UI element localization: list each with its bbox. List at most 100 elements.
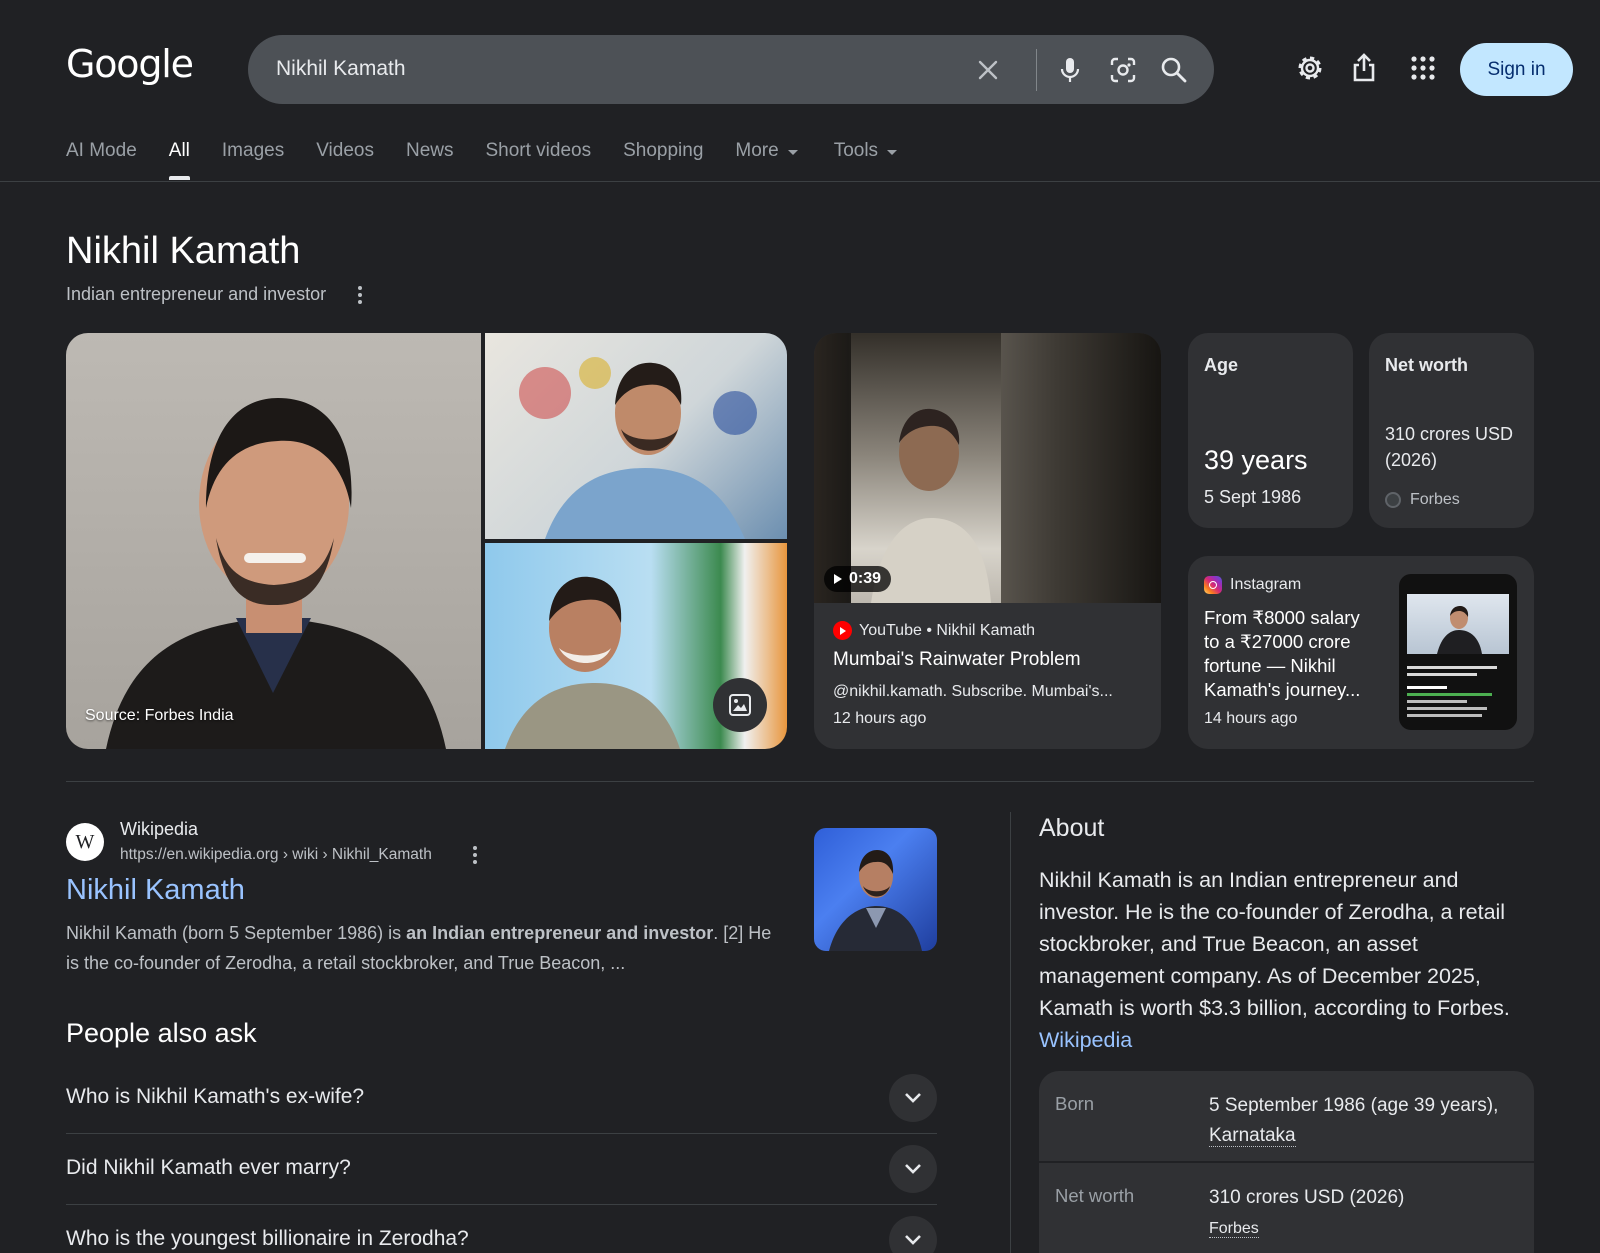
- video-card[interactable]: 0:39 YouTube • Nikhil Kamath Mumbai's Ra…: [814, 333, 1161, 749]
- instagram-title[interactable]: From ₹8000 salary to a ₹27000 crore fort…: [1204, 606, 1374, 702]
- paa-question[interactable]: Who is Nikhil Kamath's ex-wife?: [66, 1063, 937, 1134]
- video-thumbnail[interactable]: 0:39: [814, 333, 1161, 603]
- video-title[interactable]: Mumbai's Rainwater Problem: [833, 649, 1081, 671]
- video-thumbnail-frame: [851, 333, 1001, 603]
- result-thumbnail[interactable]: [814, 828, 937, 951]
- video-description: @nikhil.kamath. Subscribe. Mumbai's...: [833, 683, 1113, 700]
- caret-down-icon: [787, 150, 798, 155]
- entity-subtitle: Indian entrepreneur and investor: [66, 284, 327, 304]
- tab-tools-label: Tools: [833, 140, 879, 161]
- paa-question-text: Who is the youngest billionaire in Zerod…: [66, 1227, 469, 1250]
- tab-short-videos[interactable]: Short videos: [485, 140, 591, 180]
- result-snippet: Nikhil Kamath (born 5 September 1986) is…: [66, 918, 778, 978]
- fact-label: Net worth: [1055, 1185, 1135, 1206]
- people-also-ask-title: People also ask: [66, 1018, 257, 1048]
- section-divider: [66, 781, 1534, 782]
- age-card[interactable]: Age 39 years 5 Sept 1986: [1188, 333, 1353, 528]
- apps-grid-icon[interactable]: [1405, 50, 1441, 86]
- born-place-link[interactable]: Karnataka: [1209, 1125, 1296, 1147]
- fact-row-born: Born 5 September 1986 (age 39 years), Kar…: [1039, 1071, 1534, 1163]
- instagram-source: Instagram: [1204, 576, 1301, 594]
- net-worth-source-link[interactable]: Forbes: [1209, 1220, 1259, 1238]
- portrait-illustration: [829, 850, 922, 951]
- column-divider: [1010, 812, 1011, 1253]
- chevron-down-icon[interactable]: [889, 1216, 937, 1253]
- search-input[interactable]: Nikhil Kamath: [276, 57, 406, 81]
- portrait-illustration: [106, 398, 446, 749]
- tab-more[interactable]: More: [735, 140, 798, 180]
- instagram-source-label: Instagram: [1230, 576, 1302, 593]
- about-description: Nikhil Kamath is an Indian entrepreneur …: [1039, 864, 1529, 1056]
- tab-more-label: More: [735, 140, 779, 161]
- clear-icon[interactable]: [970, 52, 1006, 88]
- play-icon: [834, 574, 842, 584]
- instagram-icon: [1204, 576, 1222, 594]
- more-options-icon[interactable]: [352, 283, 368, 307]
- about-wikipedia-link[interactable]: Wikipedia: [1039, 1028, 1132, 1052]
- net-worth-label: Net worth: [1385, 355, 1468, 375]
- fact-row-net-worth: Net worth 310 crores USD (2026) Forbes: [1039, 1163, 1534, 1253]
- youtube-icon: [833, 621, 852, 640]
- share-icon[interactable]: [1346, 50, 1382, 86]
- about-heading: About: [1039, 814, 1105, 842]
- tab-videos[interactable]: Videos: [316, 140, 374, 180]
- video-source: YouTube • Nikhil Kamath: [833, 621, 1035, 640]
- result-title-link[interactable]: Nikhil Kamath: [66, 874, 245, 907]
- tab-images[interactable]: Images: [222, 140, 284, 180]
- google-logo[interactable]: Google: [66, 42, 194, 86]
- born-date: 5 September 1986 (age 39 years),: [1209, 1095, 1499, 1116]
- birth-date: 5 Sept 1986: [1204, 487, 1302, 507]
- tab-news[interactable]: News: [406, 140, 454, 180]
- facts-table: Born 5 September 1986 (age 39 years), Kar…: [1039, 1071, 1534, 1253]
- search-divider: [1036, 49, 1037, 91]
- age-value: 39 years: [1204, 445, 1308, 475]
- video-duration-badge: 0:39: [824, 566, 892, 592]
- instagram-thumbnail-photo: [1407, 594, 1509, 654]
- microphone-icon[interactable]: [1052, 52, 1088, 88]
- instagram-card[interactable]: Instagram From ₹8000 salary to a ₹27000 …: [1188, 556, 1534, 749]
- result-site-name[interactable]: Wikipedia: [120, 819, 198, 840]
- tabs-divider: [0, 181, 1600, 182]
- search-tabs: AI Mode All Images Videos News Short vid…: [66, 140, 929, 180]
- portrait-image-main[interactable]: Source: Forbes India: [66, 333, 481, 749]
- about-text: Nikhil Kamath is an Indian entrepreneur …: [1039, 868, 1510, 1020]
- lens-camera-icon[interactable]: [1105, 52, 1141, 88]
- paa-question[interactable]: Did Nikhil Kamath ever marry?: [66, 1134, 937, 1205]
- wikipedia-favicon-icon[interactable]: W: [66, 823, 104, 861]
- view-images-icon[interactable]: [713, 678, 767, 732]
- net-worth-source: Forbes: [1385, 491, 1460, 509]
- instagram-time: 14 hours ago: [1204, 710, 1298, 727]
- globe-icon: [1385, 492, 1401, 508]
- portrait-image-2[interactable]: [485, 333, 787, 539]
- snippet-text-a: Nikhil Kamath (born 5 September 1986) is: [66, 923, 407, 943]
- video-time: 12 hours ago: [833, 710, 927, 727]
- instagram-thumbnail[interactable]: [1399, 574, 1517, 730]
- search-box[interactable]: Nikhil Kamath: [248, 35, 1214, 104]
- search-icon[interactable]: [1156, 52, 1192, 88]
- tab-tools[interactable]: Tools: [833, 140, 898, 180]
- video-source-label: YouTube • Nikhil Kamath: [859, 621, 1036, 639]
- image-source-caption: Source: Forbes India: [85, 707, 234, 724]
- fact-label: Born: [1055, 1093, 1095, 1114]
- paa-question[interactable]: Who is the youngest billionaire in Zerod…: [66, 1205, 937, 1253]
- net-worth-source-label: Forbes: [1410, 491, 1460, 508]
- chevron-down-icon[interactable]: [889, 1074, 937, 1122]
- tab-ai-mode[interactable]: AI Mode: [66, 140, 137, 180]
- paa-question-text: Who is Nikhil Kamath's ex-wife?: [66, 1085, 365, 1108]
- net-worth-card[interactable]: Net worth 310 crores USD (2026) Forbes: [1369, 333, 1534, 528]
- thumbnail-text-lines: [1407, 666, 1497, 717]
- video-duration: 0:39: [849, 570, 882, 587]
- settings-gear-icon[interactable]: [1292, 50, 1328, 86]
- paa-question-text: Did Nikhil Kamath ever marry?: [66, 1156, 351, 1179]
- net-worth-value: 310 crores USD (2026): [1385, 424, 1514, 470]
- sign-in-button[interactable]: Sign in: [1460, 43, 1573, 96]
- tab-shopping[interactable]: Shopping: [623, 140, 703, 180]
- result-more-options-icon[interactable]: [467, 844, 483, 866]
- tab-all[interactable]: All: [168, 140, 191, 180]
- image-collage: Source: Forbes India: [66, 333, 787, 749]
- entity-title: Nikhil Kamath: [66, 230, 301, 272]
- chevron-down-icon[interactable]: [889, 1145, 937, 1193]
- net-worth-amount: 310 crores USD (2026): [1209, 1187, 1405, 1208]
- portrait-illustration: [519, 357, 757, 539]
- result-url[interactable]: https://en.wikipedia.org › wiki › Nikhil…: [120, 846, 432, 864]
